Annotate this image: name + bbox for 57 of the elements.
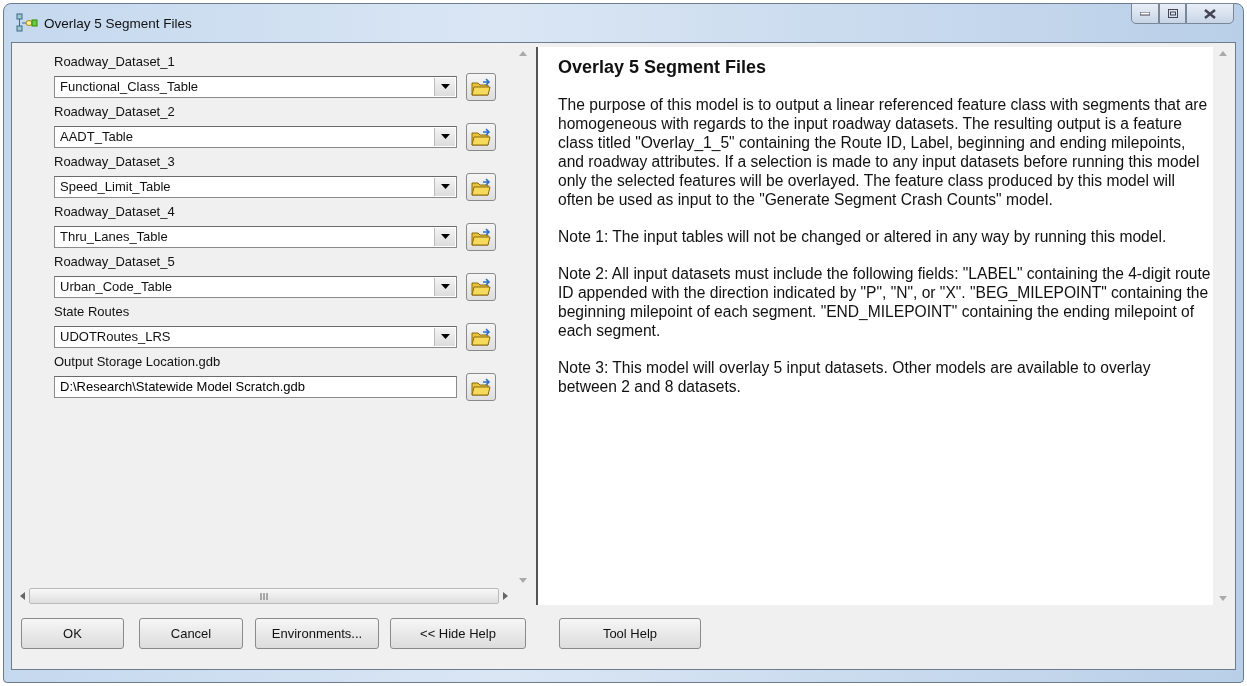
caret-icon (440, 134, 450, 139)
scroll-down-icon[interactable] (1218, 596, 1227, 601)
dialog-button[interactable]: OK (21, 618, 124, 649)
grip-icon (260, 592, 268, 600)
help-title: Overlay 5 Segment Files (558, 57, 768, 78)
browse-button[interactable] (466, 272, 496, 301)
folder-icon (471, 227, 491, 246)
scroll-left-icon[interactable] (20, 592, 25, 600)
maximize-button[interactable] (1159, 3, 1186, 24)
folder-icon (471, 277, 491, 296)
folder-icon (471, 377, 491, 396)
scroll-right-icon[interactable] (503, 592, 508, 600)
browse-button[interactable] (466, 172, 496, 201)
folder-icon (471, 77, 491, 96)
help-paragraph: Note 3: This model will overlay 5 input datasets. Other models are available to overlay between 2 and 8 datasets. (558, 358, 1152, 396)
close-icon (1204, 8, 1216, 19)
parameter-label: Roadway_Dataset_2 (54, 103, 176, 121)
parameter-label: Roadway_Dataset_4 (54, 203, 176, 221)
model-icon (16, 13, 38, 33)
caret-icon (440, 84, 450, 89)
parameter-label: Roadway_Dataset_3 (54, 153, 176, 171)
browse-button[interactable] (466, 222, 496, 251)
folder-icon (471, 127, 491, 146)
dropdown-field[interactable]: Speed_Limit_Table (54, 175, 457, 198)
browse-button[interactable] (466, 372, 496, 401)
maximize-icon (1167, 9, 1178, 18)
input-field[interactable]: D:\Research\Statewide Model Scratch.gdb (54, 375, 457, 398)
browse-button[interactable] (466, 72, 496, 101)
browse-button[interactable] (466, 322, 496, 351)
folder-icon (471, 177, 491, 196)
parameter-label: Roadway_Dataset_1 (54, 53, 176, 71)
close-button[interactable] (1186, 3, 1234, 24)
dialog-button[interactable]: Environments... (255, 618, 379, 649)
window-title: Overlay 5 Segment Files (44, 15, 193, 31)
help-paragraph: Note 1: The input tables will not be changed or altered in any way by running this model. (558, 227, 1168, 246)
tool-help-button[interactable]: Tool Help (559, 618, 701, 649)
dropdown-field[interactable]: Urban_Code_Table (54, 275, 457, 298)
folder-icon (471, 327, 491, 346)
caret-icon (440, 284, 450, 289)
minimize-icon (1140, 11, 1150, 16)
dropdown-field[interactable]: Thru_Lanes_Table (54, 225, 457, 248)
help-paragraph: The purpose of this model is to output a linear referenced feature class with segments that are homogeneous with regards to the input roadway datasets. The resulting output is a feature class titled "Overlay_1_5" containing the Route ID, Label, beginning and ending milepoints, and roadway attributes. If a selection is made to any input datasets before running this model only the selected features will be overlayed. The feature class produced by this model will often be used as input to the "Generate Segment Crash Counts" model. (558, 95, 1209, 209)
horizontal-scrollbar[interactable] (29, 588, 499, 604)
caret-icon (440, 334, 450, 339)
dialog-button[interactable]: Cancel (139, 618, 243, 649)
caret-icon (440, 184, 450, 189)
parameter-label: Roadway_Dataset_5 (54, 253, 176, 271)
dropdown-field[interactable]: UDOTRoutes_LRS (54, 325, 457, 348)
scroll-up-icon[interactable] (1218, 51, 1227, 56)
parameter-label: Output Storage Location.gdb (54, 353, 222, 371)
dropdown-field[interactable]: Functional_Class_Table (54, 75, 457, 98)
help-paragraph: Note 2: All input datasets must include the following fields: "LABEL" containing the 4-digit route ID appended with the direction indicated by "P", "N", or "X". "BEG_MILEPOINT" containing the beginning milepoint of each segment. "END_MILEPOINT" containing the ending milepoint of each segment. (558, 264, 1212, 340)
browse-button[interactable] (466, 122, 496, 151)
caret-icon (440, 234, 450, 239)
dropdown-field[interactable]: AADT_Table (54, 125, 457, 148)
dialog-button[interactable]: << Hide Help (390, 618, 526, 649)
parameter-label: State Routes (54, 303, 131, 321)
